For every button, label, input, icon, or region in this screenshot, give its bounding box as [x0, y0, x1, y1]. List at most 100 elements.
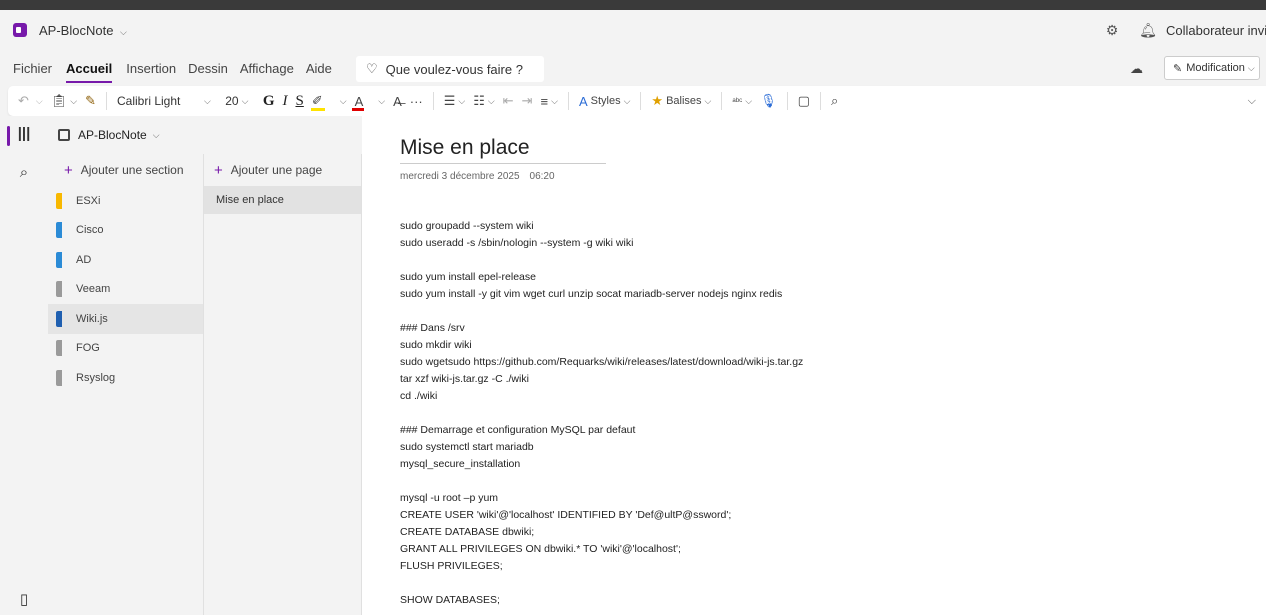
tab-aide[interactable]: Aide: [306, 61, 332, 76]
styles-button[interactable]: A Styles ⌵: [579, 94, 630, 109]
tab-insertion[interactable]: Insertion: [126, 61, 176, 76]
section-color-tab: [56, 281, 62, 298]
format-painter-icon[interactable]: ✎: [85, 93, 96, 109]
font-size-value: 20: [225, 94, 239, 108]
separator: [786, 92, 788, 110]
decrease-indent-icon[interactable]: ⇤: [503, 93, 514, 109]
chevron-down-icon: ⌵: [120, 26, 127, 37]
section-item[interactable]: Veeam: [48, 275, 203, 305]
section-item[interactable]: Rsyslog: [48, 363, 203, 393]
section-item-label: FOG: [76, 342, 100, 355]
device-tablet-icon[interactable]: ▯: [0, 590, 48, 608]
tags-button[interactable]: ★ Balises ⌵: [651, 93, 711, 109]
section-item-label: AD: [76, 253, 92, 266]
notebook-header-dropdown[interactable]: AP-BlocNote ⌵: [48, 116, 362, 154]
page-title[interactable]: Mise en place: [400, 136, 606, 164]
section-color-tab: [56, 222, 62, 239]
notification-bell-icon[interactable]: 🔔︎: [1130, 22, 1166, 39]
page-date-time: mercredi 3 décembre 2025 06:20: [400, 171, 555, 182]
search-icon[interactable]: ⌕: [0, 164, 48, 181]
add-page-label: Ajouter une page: [230, 163, 323, 177]
collaborator-name[interactable]: Collaborateur invit: [1166, 23, 1266, 38]
note-line: sudo yum install epel-release: [400, 271, 536, 283]
separator: [567, 92, 569, 110]
styles-icon: A: [578, 93, 588, 109]
increase-indent-icon[interactable]: ⇥: [522, 93, 533, 109]
note-line: tar xzf wiki-js.tar.gz -C ./wiki: [400, 373, 529, 385]
add-section-label: Ajouter une section: [80, 163, 184, 177]
ribbon-expand-chevron-icon[interactable]: ⌵: [1248, 95, 1256, 108]
section-item-label: Veeam: [76, 283, 111, 296]
section-color-tab: [56, 251, 62, 268]
page-date: mercredi 3 décembre 2025: [400, 171, 520, 182]
numbered-list-icon[interactable]: ☷ ⌵: [473, 93, 494, 109]
note-line: sudo yum install -y git vim wget curl un…: [400, 288, 783, 300]
font-size-select[interactable]: 20 ⌵: [219, 94, 255, 108]
section-item-label: ESXi: [76, 194, 101, 207]
left-rail: ||| ⌕ ▯: [0, 116, 48, 615]
font-name-chevron-icon[interactable]: ⌵: [204, 96, 211, 107]
italic-button[interactable]: I: [282, 93, 287, 110]
align-icon[interactable]: ≡ ⌵: [541, 94, 558, 109]
ribbon-search-icon[interactable]: ⌕: [831, 93, 838, 109]
ribbon-toolbar: ↶ ⌵ 📋︎ ⌵ ✎ Calibri Light ⌵ 20 ⌵ G I S ✐ ⌵ A…: [8, 86, 1266, 116]
paste-clipboard-icon[interactable]: 📋︎ ⌵: [51, 93, 77, 109]
styles-label: Styles: [590, 95, 621, 107]
note-line: ### Demarrage et configuration MySQL par…: [400, 424, 636, 436]
page-item[interactable]: Mise en place: [204, 186, 361, 214]
add-page-button[interactable]: + Ajouter une page: [204, 154, 361, 186]
note-line: sudo groupadd --system wiki: [400, 220, 534, 232]
notebook-title-dropdown[interactable]: AP-BlocNote ⌵: [39, 23, 127, 38]
note-line: mysql_secure_installation: [400, 458, 521, 470]
notebooks-library-icon[interactable]: |||: [0, 125, 48, 142]
note-content[interactable]: sudo groupadd --system wiki sudo useradd …: [400, 218, 1250, 609]
section-item[interactable]: FOG: [48, 334, 203, 364]
separator: [105, 92, 107, 110]
sticky-note-icon[interactable]: ▢: [798, 93, 810, 109]
font-color-icon[interactable]: A ⌵: [352, 94, 385, 111]
note-line: GRANT ALL PRIVILEGES ON dbwiki.* TO 'wik…: [400, 543, 681, 555]
tab-affichage[interactable]: Affichage: [240, 61, 294, 76]
plus-icon: +: [214, 161, 223, 179]
section-color-tab: [56, 192, 62, 209]
plus-icon: +: [64, 161, 73, 179]
separator: [721, 92, 723, 110]
section-item[interactable]: AD: [48, 245, 203, 275]
more-options-icon[interactable]: ···: [410, 94, 423, 109]
page-time: 06:20: [529, 171, 555, 182]
section-item[interactable]: ESXi: [48, 186, 203, 216]
notebook-book-icon: [58, 129, 70, 141]
tab-fichier[interactable]: Fichier: [13, 61, 52, 76]
add-section-button[interactable]: + Ajouter une section: [48, 154, 203, 186]
section-item[interactable]: Wiki.js: [48, 304, 203, 334]
notebook-name: AP-BlocNote: [78, 128, 147, 142]
undo-icon[interactable]: ↶: [18, 93, 29, 109]
note-line: mysql -u root –p yum: [400, 492, 499, 504]
window-top-border: [0, 0, 1266, 10]
underline-button[interactable]: S: [295, 93, 303, 110]
title-bar: AP-BlocNote ⌵ ⚙ 🔔︎ Collaborateur invit: [0, 10, 1266, 50]
bold-button[interactable]: G: [263, 93, 275, 110]
tell-me-search[interactable]: ♡ Que voulez-vous faire ?: [356, 56, 544, 82]
bullet-list-icon[interactable]: ☰ ⌵: [444, 93, 465, 109]
sync-cloud-icon[interactable]: ☁: [1130, 61, 1150, 76]
note-line: [400, 575, 1250, 592]
undo-dropdown-icon[interactable]: ⌵: [36, 96, 43, 107]
font-name-select[interactable]: Calibri Light: [117, 94, 197, 108]
dictate-microphone-icon[interactable]: 🎙︎: [760, 93, 777, 109]
chevron-down-icon: ⌵: [1247, 62, 1255, 73]
editing-mode-button[interactable]: ✎ Modification ⌵: [1164, 56, 1260, 80]
separator: [819, 92, 821, 110]
note-line: sudo wgetsudo https://github.com/Requark…: [400, 356, 804, 368]
tab-dessin[interactable]: Dessin: [188, 61, 228, 76]
spelling-icon[interactable]: ᵃᵇᶜ ⌵: [732, 96, 752, 107]
note-line: ### Dans /srv: [400, 322, 465, 334]
tab-accueil[interactable]: Accueil: [66, 61, 113, 83]
note-line: sudo systemctl start mariadb: [400, 441, 534, 453]
settings-gear-icon[interactable]: ⚙: [1094, 22, 1130, 39]
clear-formatting-icon[interactable]: A̶: [393, 94, 402, 109]
tags-label: Balises: [666, 95, 702, 107]
note-line: FLUSH PRIVILEGES;: [400, 560, 503, 572]
section-item[interactable]: Cisco: [48, 216, 203, 246]
highlight-icon[interactable]: ✐ ⌵: [310, 93, 347, 111]
